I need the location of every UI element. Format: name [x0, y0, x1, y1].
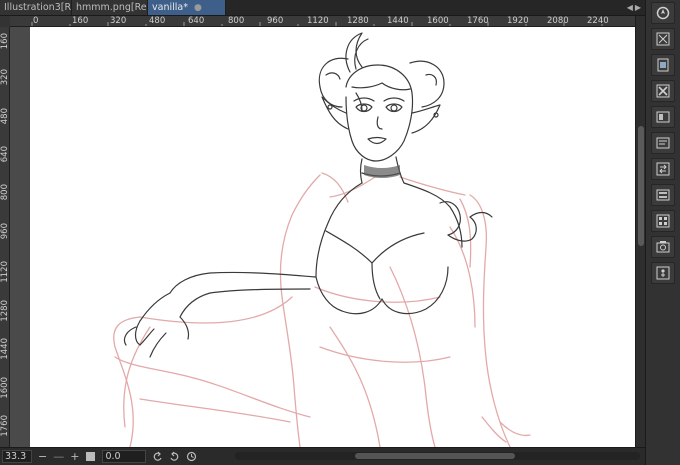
tab-label: vanilla*: [152, 2, 188, 13]
ruler-h-label: 1600: [427, 16, 449, 26]
zoom-in-button[interactable]: +: [70, 450, 79, 463]
tab-label: hmmm.png[Re: [76, 2, 147, 13]
layer-properties-icon[interactable]: [651, 28, 675, 50]
ruler-v-label: 1600: [0, 377, 10, 399]
document-tabbar: Illustration3[Re ● hmmm.png[Re ● vanilla…: [0, 0, 645, 16]
ruler-h-label: 0: [33, 16, 39, 26]
zoom-slider-separator: —: [53, 450, 65, 463]
sketch-artwork: [113, 32, 531, 447]
ruler-h-label: 1760: [467, 16, 489, 26]
layer-mask-icon[interactable]: [651, 106, 675, 128]
ruler-h-label: 2240: [587, 16, 609, 26]
right-docker: [645, 0, 680, 465]
ruler-v-label: 960: [0, 223, 10, 240]
ruler-h-label: 960: [267, 16, 284, 26]
rotate-right-icon[interactable]: [169, 451, 180, 462]
canvas-viewport[interactable]: [10, 27, 635, 447]
ruler-v-label: 1280: [0, 300, 10, 322]
rotate-left-icon[interactable]: [152, 451, 163, 462]
tab-scroll-right-icon[interactable]: ▶: [635, 3, 641, 12]
ruler-v-label: 1760: [0, 415, 10, 437]
layer-clear-icon[interactable]: [651, 80, 675, 102]
ruler-h-label: 1440: [387, 16, 409, 26]
tab-vanilla[interactable]: vanilla* ●: [148, 0, 226, 15]
ruler-v-label: 1120: [0, 261, 10, 283]
layer-merge-icon[interactable]: [651, 184, 675, 206]
ruler-v-label: 800: [0, 184, 10, 201]
tab-label: Illustration3[Re: [4, 2, 72, 13]
ruler-v-label: 1440: [0, 338, 10, 360]
horizontal-ruler[interactable]: 0 160 320 480 640 800 960 1120 1280 1440…: [10, 16, 635, 27]
ruler-h-label: 320: [110, 16, 127, 26]
tabbar-spacer: [226, 0, 623, 15]
reset-rotation-icon[interactable]: [186, 451, 197, 462]
vertical-scrollbar-thumb[interactable]: [638, 126, 644, 246]
zoom-field[interactable]: 33.3: [2, 450, 32, 463]
drawing-canvas[interactable]: [30, 27, 635, 447]
navigator-icon[interactable]: [651, 2, 675, 24]
tab-illustration3[interactable]: Illustration3[Re ●: [0, 0, 72, 15]
horizontal-scrollbar[interactable]: [235, 452, 640, 460]
ruler-corner: [0, 16, 10, 27]
vertical-scrollbar[interactable]: [635, 16, 645, 447]
ruler-v-label: 320: [0, 69, 10, 86]
ruler-h-label: 640: [188, 16, 205, 26]
status-bar: 33.3 − — + 0.0: [0, 447, 645, 465]
tab-hmmm[interactable]: hmmm.png[Re ●: [72, 0, 148, 15]
ruler-h-label: 2080: [547, 16, 569, 26]
ruler-v-label: 480: [0, 108, 10, 125]
ruler-h-label: 1280: [347, 16, 369, 26]
ruler-h-label: 480: [149, 16, 166, 26]
layer-export-icon[interactable]: [651, 236, 675, 258]
horizontal-scrollbar-thumb[interactable]: [355, 453, 515, 459]
zoom-out-button[interactable]: −: [38, 450, 47, 463]
ruler-v-label: 160: [0, 33, 10, 50]
ruler-h-label: 1920: [507, 16, 529, 26]
ruler-h-label: 160: [72, 16, 89, 26]
layer-duplicate-icon[interactable]: [651, 54, 675, 76]
tab-scroll-left-icon[interactable]: ◀: [627, 3, 633, 12]
layer-lock-icon[interactable]: [651, 262, 675, 284]
tab-scroll-controls: ◀ ▶: [623, 0, 645, 15]
vertical-ruler[interactable]: 160 320 480 640 800 960 1120 1280 1440 1…: [0, 27, 10, 447]
ruler-h-label: 1120: [307, 16, 329, 26]
layer-copy-icon[interactable]: [651, 132, 675, 154]
rotation-field[interactable]: 0.0: [102, 450, 147, 463]
tab-close-icon[interactable]: ●: [194, 3, 202, 13]
fit-page-icon[interactable]: [85, 451, 96, 462]
ruler-v-label: 640: [0, 146, 10, 163]
layer-transfer-icon[interactable]: [651, 158, 675, 180]
ruler-h-label: 800: [228, 16, 245, 26]
layer-fill-icon[interactable]: [651, 210, 675, 232]
